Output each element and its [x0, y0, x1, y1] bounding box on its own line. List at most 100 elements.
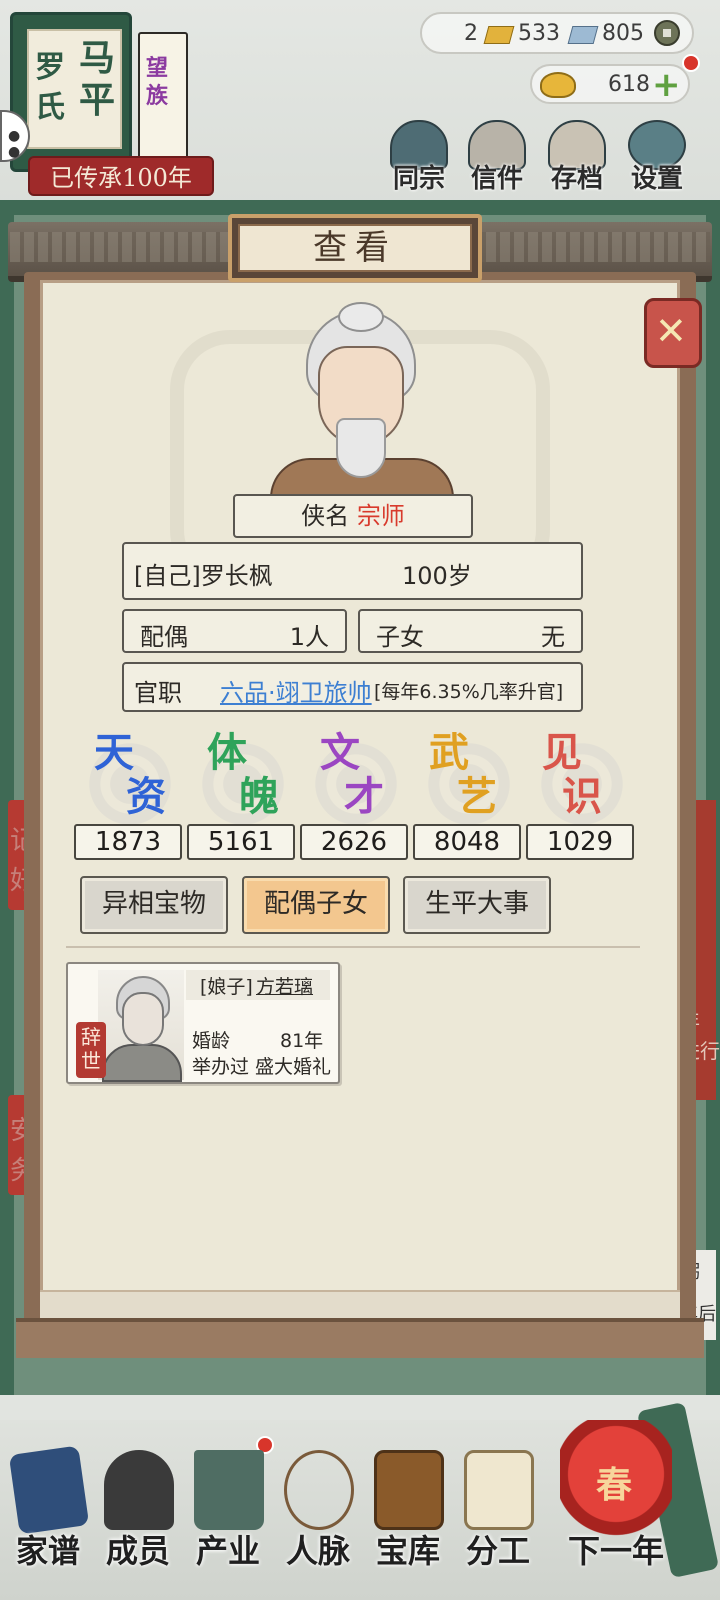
menu-letters-label: 信件 — [470, 164, 523, 194]
stat-martial-char-1: 武 — [429, 729, 469, 776]
dialog-title: 查看 — [238, 224, 472, 272]
office-box: 官职 六品·翊卫旅帅 [每年6.35%几率升官] — [122, 662, 583, 712]
stat-literary-char-2: 才 — [344, 773, 384, 820]
office-title-link[interactable]: 六品·翊卫旅帅 — [220, 673, 372, 708]
silver-bar-icon — [567, 26, 599, 44]
nav-treasury[interactable]: 宝库 — [364, 1440, 452, 1580]
avatar-hair-bun — [338, 302, 384, 332]
tab-life-events[interactable]: 生平大事 — [403, 876, 551, 934]
nav-next-year-label: 下一年 — [567, 1532, 664, 1570]
copper-coin-icon — [654, 20, 680, 46]
tab-treasures[interactable]: 异相宝物 — [80, 876, 228, 934]
family-name-char-3: 平 — [79, 79, 116, 121]
menu-save[interactable]: 存档 — [538, 120, 616, 200]
add-ingot-icon[interactable]: + — [652, 68, 681, 102]
menu-tongzong-label: 同宗 — [392, 164, 445, 194]
stat-knowledge-char-2: 识 — [562, 773, 602, 820]
children-label: 子女 — [376, 623, 424, 651]
spouse-value: 1人 — [289, 623, 329, 651]
clan-rank-book: 望族 — [138, 32, 188, 172]
treasure-chest-icon — [374, 1450, 444, 1530]
stat-talent: 天 资 1873 — [74, 729, 182, 860]
work-scroll-icon — [464, 1450, 534, 1530]
spouse-card[interactable]: 辞世 [娘子] 方若璃 婚龄 81年 举办过 盛大婚礼 — [66, 962, 340, 1084]
nav-family-tree[interactable]: 家谱 — [4, 1440, 92, 1580]
spouse-count-box: 配偶 1人 — [122, 609, 347, 653]
nav-property[interactable]: 产业 — [184, 1440, 272, 1580]
xia-name-label: 侠名 — [301, 502, 350, 530]
stat-martial-char-2: 艺 — [457, 773, 497, 820]
stat-martial: 武 艺 8048 — [413, 729, 521, 860]
gold-ingot-icon — [540, 72, 576, 98]
spouse-label: 配偶 — [140, 623, 188, 651]
silver-bar-count: 533 — [518, 21, 560, 46]
wedding-prefix: 举办过 — [192, 1056, 250, 1078]
stat-literary-value: 2626 — [300, 824, 408, 860]
stat-knowledge-char-1: 见 — [542, 729, 582, 776]
stat-physique-value: 5161 — [187, 824, 295, 860]
family-name-char-4: 氏 — [35, 90, 65, 125]
stat-literary: 文 才 2626 — [300, 729, 408, 860]
avatar-beard — [336, 418, 386, 478]
stat-knowledge-value: 1029 — [526, 824, 634, 860]
nav-network[interactable]: 人脉 — [274, 1440, 362, 1580]
nav-next-year[interactable]: 下一年 — [560, 1440, 672, 1580]
close-button[interactable]: ✕ — [644, 298, 702, 368]
menu-tongzong[interactable]: 同宗 — [380, 120, 458, 200]
person-name: [自己]罗长枫 — [134, 562, 273, 590]
office-promotion-note: [每年6.35%几率升官] — [374, 681, 564, 703]
dialog-title-plaque: 查看 — [228, 214, 482, 282]
xia-name-value: 宗师 — [356, 502, 405, 530]
spouse-portrait — [98, 970, 184, 1082]
network-icon — [284, 1450, 354, 1530]
family-book[interactable]: 马 平 罗 氏 望族 — [10, 12, 190, 180]
close-icon: ✕ — [655, 309, 687, 353]
ingot-count: 618 — [608, 72, 650, 97]
stat-literary-char-1: 文 — [320, 729, 360, 776]
members-icon — [104, 1450, 174, 1530]
marriage-label: 婚龄 — [192, 1030, 231, 1052]
xia-name-box: 侠名 宗师 — [233, 494, 473, 538]
stat-physique-char-1: 体 — [207, 729, 247, 776]
nav-treasury-label: 宝库 — [375, 1532, 440, 1570]
dialog-footer-rail — [40, 1290, 680, 1320]
spouse-robe — [102, 1044, 182, 1082]
marriage-years: 81年 — [280, 1030, 324, 1052]
gold-bar-count: 2 — [464, 21, 478, 46]
currency-bar: 2 533 805 — [420, 12, 694, 54]
inherit-banner: 已传承100年 — [28, 156, 214, 196]
menu-settings-label: 设置 — [630, 164, 683, 194]
family-name-char-2: 罗 — [35, 50, 65, 85]
nav-work-label: 分工 — [465, 1532, 530, 1570]
nav-work[interactable]: 分工 — [454, 1440, 542, 1580]
spouse-face — [122, 992, 164, 1046]
nav-members-label: 成员 — [105, 1532, 170, 1570]
office-label: 官职 — [134, 679, 182, 707]
nav-family-tree-label: 家谱 — [15, 1532, 80, 1570]
children-count-box: 子女 无 — [358, 609, 583, 653]
section-divider — [66, 942, 640, 948]
identity-box: [自己]罗长枫 100岁 — [122, 542, 583, 600]
menu-settings[interactable]: 设置 — [618, 120, 696, 200]
person-age: 100岁 — [402, 562, 472, 590]
tab-spouse-children[interactable]: 配偶子女 — [242, 876, 390, 934]
deceased-stamp: 辞世 — [76, 1022, 106, 1078]
nav-property-label: 产业 — [195, 1532, 260, 1570]
nav-network-label: 人脉 — [285, 1532, 350, 1570]
wedding-type: 盛大婚礼 — [255, 1056, 332, 1078]
spouse-name[interactable]: 方若璃 — [256, 972, 313, 999]
nav-members[interactable]: 成员 — [94, 1440, 182, 1580]
stat-knowledge: 见 识 1029 — [526, 729, 634, 860]
children-value: 无 — [541, 623, 565, 651]
notification-dot — [682, 54, 700, 72]
family-book-cover: 马 平 罗 氏 — [10, 12, 132, 172]
stat-talent-char-2: 资 — [126, 773, 166, 820]
family-tree-book-icon — [8, 1445, 90, 1535]
menu-letters[interactable]: 信件 — [458, 120, 536, 200]
coin-count: 805 — [602, 21, 644, 46]
ingot-bar[interactable]: 618 + — [530, 64, 690, 104]
gold-bar-icon — [483, 26, 515, 44]
stat-physique-char-2: 魄 — [239, 773, 279, 820]
stat-talent-char-1: 天 — [94, 729, 134, 776]
family-book-label: 马 平 罗 氏 — [27, 29, 122, 149]
